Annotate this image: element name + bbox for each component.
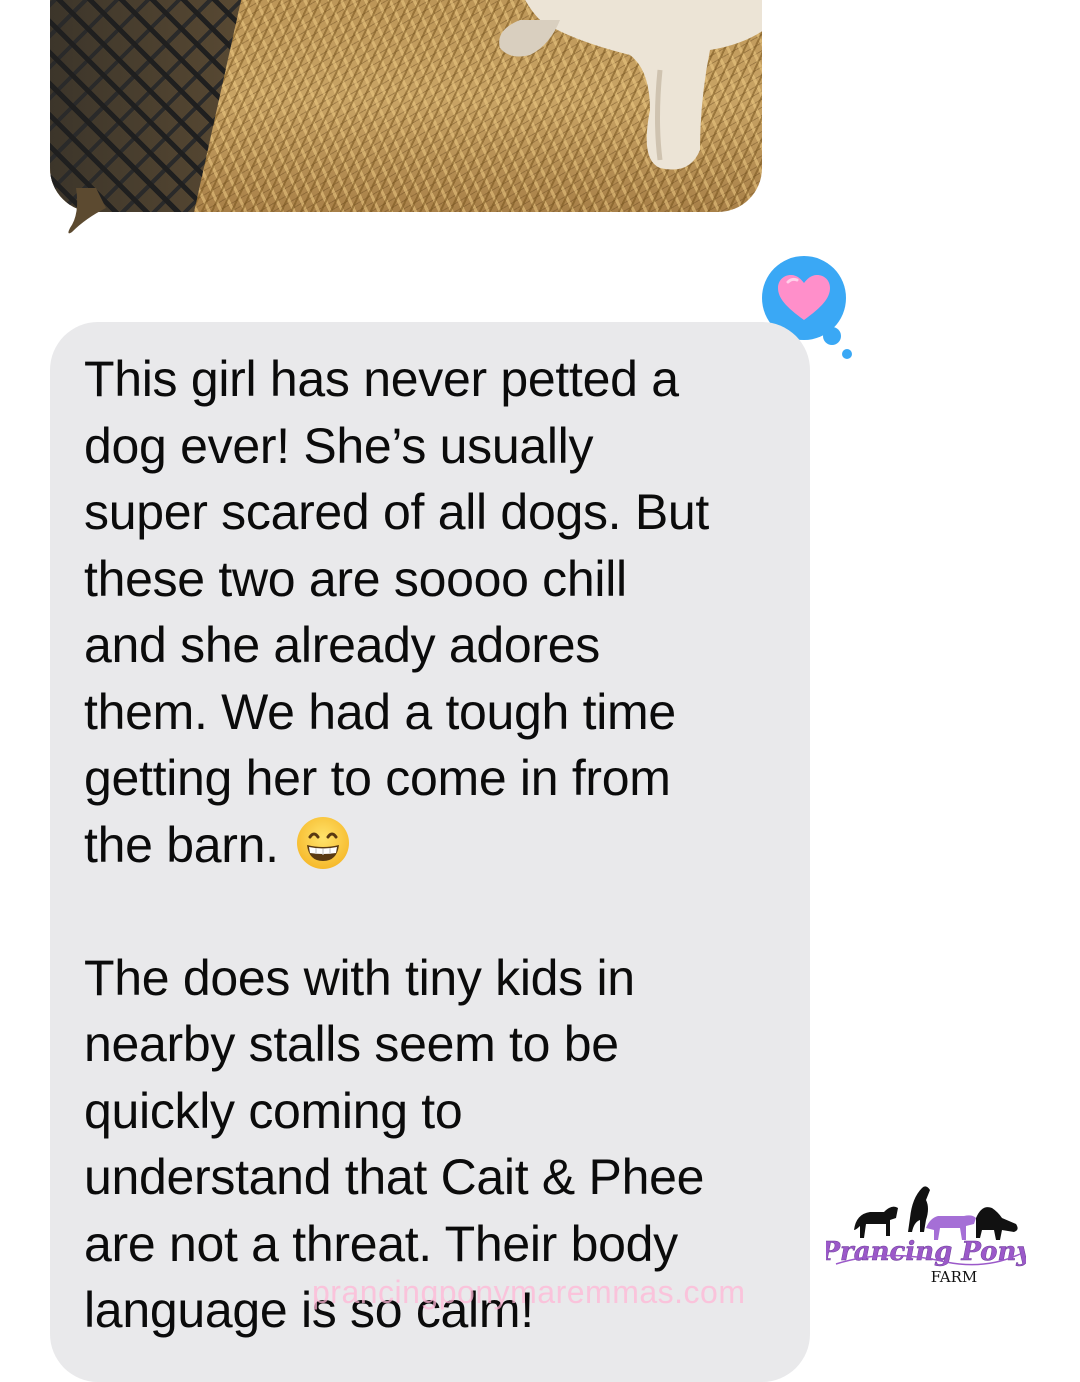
message-text: This girl has never petted a dog ever! S… xyxy=(84,346,784,1344)
website-watermark: prancingponymaremmas.com xyxy=(312,1274,746,1310)
message-line: super scared of all dogs. But xyxy=(84,484,709,540)
message-line: and she already adores xyxy=(84,617,600,673)
logo-farm-text: FARM xyxy=(931,1268,978,1286)
message-line: quickly coming to xyxy=(84,1082,463,1139)
photo-puppy xyxy=(499,0,762,170)
message-line: these two are soooo chill xyxy=(84,550,627,607)
grinning-face-icon xyxy=(297,816,350,869)
message-line: getting her to come in from xyxy=(84,750,671,806)
photo-message[interactable] xyxy=(50,0,762,212)
message-line: This girl has never petted a xyxy=(84,351,679,407)
prancing-pony-farm-logo: Prancing Pony FARM xyxy=(826,1186,1026,1286)
message-line-with-emoji: the barn. xyxy=(84,812,784,879)
message-line: The does with tiny kids in xyxy=(84,949,635,1006)
photo-bubble-tail xyxy=(68,188,106,234)
message-line: dog ever! She’s usually xyxy=(84,417,594,474)
photo-fence xyxy=(50,0,250,212)
message-line: understand that Cait & Phee xyxy=(84,1149,705,1205)
message-line: nearby stalls seem to be xyxy=(84,1016,619,1072)
message-line: the barn. xyxy=(84,816,279,873)
message-line: are not a threat. Their body xyxy=(84,1215,678,1272)
message-line: them. We had a tough time xyxy=(84,683,676,740)
